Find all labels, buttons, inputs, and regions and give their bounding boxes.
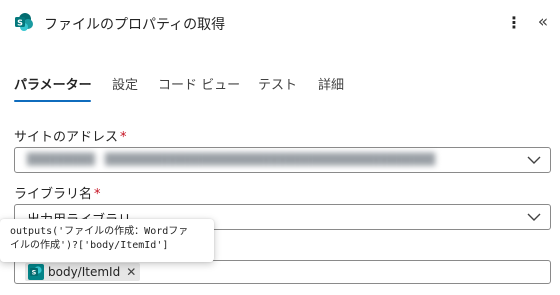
svg-text:S: S <box>17 19 23 28</box>
dynamic-content-token[interactable]: S body/ItemId ✕ <box>25 263 141 281</box>
page-title: ファイルのプロパティの取得 <box>44 17 226 33</box>
token-label: body/ItemId <box>48 265 121 279</box>
library-name-label-text: ライブラリ名 <box>14 187 93 202</box>
expression-tooltip: outputs('ファイルの作成：Wordファ イルの作成')?['body/I… <box>0 219 214 262</box>
site-address-label-text: サイトのアドレス <box>14 130 119 145</box>
id-input[interactable]: S body/ItemId ✕ <box>14 260 551 284</box>
required-mark: * <box>120 130 127 145</box>
tooltip-line-2: イルの作成')?['body/ItemId'] <box>10 240 169 251</box>
tab-code-view[interactable]: コード ビュー <box>158 74 240 93</box>
chevron-down-icon <box>527 213 541 221</box>
active-tab-indicator <box>14 100 91 102</box>
sharepoint-icon: S <box>28 264 44 280</box>
tab-parameters[interactable]: パラメーター <box>14 74 92 93</box>
chevron-down-icon <box>527 156 541 164</box>
tab-details[interactable]: 詳細 <box>318 74 344 93</box>
required-mark: * <box>94 187 101 202</box>
close-icon[interactable]: ✕ <box>126 265 136 279</box>
site-address-value-redacted: ████████ · █████████████████████████████… <box>27 153 436 166</box>
more-vertical-icon[interactable]: ⋮ <box>506 12 522 34</box>
site-address-dropdown[interactable]: ████████ · █████████████████████████████… <box>14 147 551 173</box>
collapse-panel-icon[interactable]: « <box>532 12 554 34</box>
tab-settings[interactable]: 設定 <box>112 74 138 93</box>
tooltip-line-1: outputs('ファイルの作成：Wordファ <box>10 226 189 237</box>
tab-test[interactable]: テスト <box>258 74 297 93</box>
site-address-label: サイトのアドレス * <box>14 126 127 145</box>
svg-text:S: S <box>32 269 37 277</box>
library-name-label: ライブラリ名 * <box>14 183 101 202</box>
panel-header: S ファイルのプロパティの取得 ⋮ « <box>0 0 560 46</box>
sharepoint-icon: S <box>15 13 33 31</box>
